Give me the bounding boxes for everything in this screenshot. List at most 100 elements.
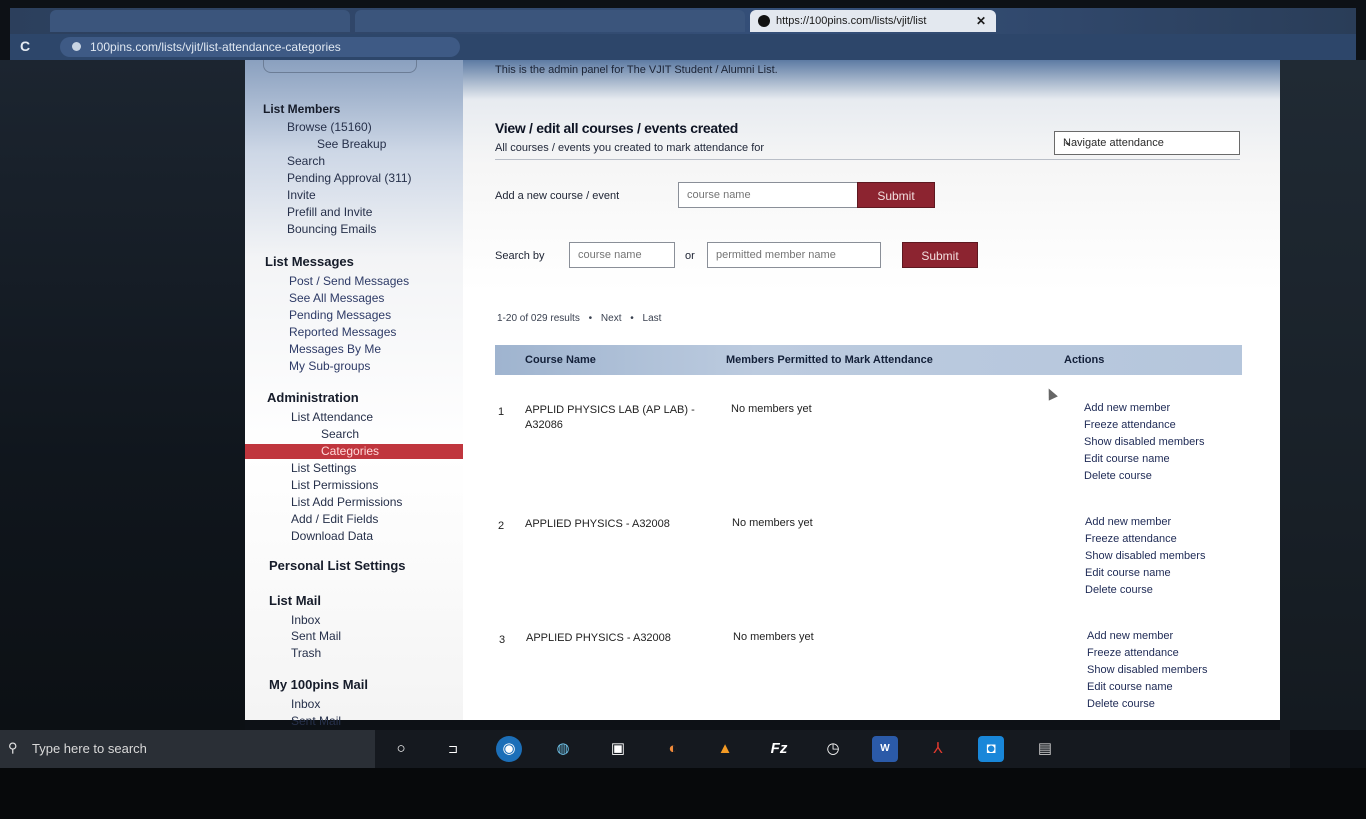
lock-icon [72, 42, 81, 51]
reload-icon[interactable]: C [20, 38, 30, 54]
pager-separator: • [588, 313, 593, 324]
vlc-icon[interactable]: ▲ [712, 736, 738, 762]
firefox-icon[interactable]: ◐ [660, 736, 686, 762]
tab-title: https://100pins.com/lists/vjit/list [776, 15, 927, 27]
row-number: 2 [498, 520, 505, 532]
favicon-icon [758, 15, 770, 27]
sidebar-item-see-all-messages[interactable]: See All Messages [289, 291, 384, 305]
sidebar-item-list-permissions[interactable]: List Permissions [291, 478, 378, 492]
sidebar-item-download-data[interactable]: Download Data [291, 529, 373, 543]
freeze-attendance-link[interactable]: Freeze attendance [1085, 531, 1205, 548]
photo-surround-left [0, 60, 245, 730]
search-by-label: Search by [495, 250, 545, 262]
globe-icon[interactable]: ◍ [550, 736, 576, 762]
sidebar-item-100pins-inbox[interactable]: Inbox [291, 697, 320, 711]
search-submit-button[interactable]: Submit [902, 242, 978, 268]
add-member-link[interactable]: Add new member [1084, 400, 1204, 417]
freeze-attendance-link[interactable]: Freeze attendance [1084, 417, 1204, 434]
sidebar-item-browse[interactable]: Browse (15160) [287, 120, 372, 134]
clock-icon[interactable]: ◷ [820, 736, 846, 762]
next-link[interactable]: Next [601, 313, 622, 324]
add-member-link[interactable]: Add new member [1085, 514, 1205, 531]
show-disabled-link[interactable]: Show disabled members [1087, 662, 1207, 679]
or-label: or [685, 250, 695, 262]
edit-course-link[interactable]: Edit course name [1087, 679, 1207, 696]
url-text: 100pins.com/lists/vjit/list-attendance-c… [90, 40, 341, 54]
sidebar-section-title: List Mail [269, 593, 322, 608]
photo-surround-right [1280, 60, 1366, 730]
show-disabled-link[interactable]: Show disabled members [1084, 434, 1204, 451]
cortana-icon[interactable]: ○ [388, 736, 414, 762]
windows-taskbar: ⚲ Type here to search ○ ⊐ ◉ ◍ ▣ ◐ ▲ Fz ◷… [0, 730, 1290, 768]
photo-surround-bottom [0, 768, 1366, 819]
sidebar-item-sent-mail[interactable]: Sent Mail [291, 629, 341, 643]
sidebar-item-100pins-sent[interactable]: Sent Mail [291, 714, 341, 728]
taskbar-search[interactable]: ⚲ Type here to search [0, 730, 375, 768]
row-actions: Add new member Freeze attendance Show di… [1085, 514, 1205, 599]
sidebar-item-reported-messages[interactable]: Reported Messages [289, 325, 396, 339]
row-number: 1 [498, 406, 505, 418]
sidebar-item-prefill-invite[interactable]: Prefill and Invite [287, 205, 372, 219]
freeze-attendance-link[interactable]: Freeze attendance [1087, 645, 1207, 662]
delete-course-link[interactable]: Delete course [1085, 582, 1205, 599]
pdf-icon[interactable]: ⅄ [925, 736, 951, 762]
camera-icon[interactable]: ◘ [978, 736, 1004, 762]
sidebar-item-search[interactable]: Search [287, 154, 325, 168]
add-member-link[interactable]: Add new member [1087, 628, 1207, 645]
sidebar-item-invite[interactable]: Invite [287, 188, 316, 202]
sidebar-section-title: List Members [263, 102, 341, 116]
sidebar-item-categories-active[interactable]: Categories [245, 444, 465, 459]
delete-course-link[interactable]: Delete course [1084, 468, 1204, 485]
last-link[interactable]: Last [643, 313, 662, 324]
edit-course-link[interactable]: Edit course name [1084, 451, 1204, 468]
search-course-input[interactable] [569, 242, 675, 268]
url-field[interactable]: 100pins.com/lists/vjit/list-attendance-c… [60, 37, 460, 57]
sidebar-item-post-messages[interactable]: Post / Send Messages [289, 274, 409, 288]
search-icon: ⚲ [8, 740, 18, 755]
chrome-icon[interactable]: ◉ [496, 736, 522, 762]
sidebar-item-attendance-search[interactable]: Search [321, 427, 359, 441]
table-header: Course Name Members Permitted to Mark At… [495, 345, 1242, 375]
sidebar-item-list-add-permissions[interactable]: List Add Permissions [291, 495, 402, 509]
close-tab-icon[interactable]: ✕ [976, 10, 986, 32]
browser-tab-active[interactable]: https://100pins.com/lists/vjit/list ✕ [750, 10, 996, 32]
sidebar-item-pending-approval[interactable]: Pending Approval (311) [287, 171, 412, 185]
browser-tabbar: https://100pins.com/lists/vjit/list ✕ [10, 8, 1356, 34]
delete-course-link[interactable]: Delete course [1087, 696, 1207, 713]
task-view-icon[interactable]: ⊐ [440, 736, 466, 762]
search-member-input[interactable] [707, 242, 881, 268]
admin-notice: This is the admin panel for The VJIT Stu… [495, 64, 778, 76]
members-value: No members yet [731, 403, 812, 415]
browser-tab[interactable] [50, 10, 350, 32]
sidebar-item-list-attendance[interactable]: List Attendance [291, 410, 373, 424]
row-actions: Add new member Freeze attendance Show di… [1087, 628, 1207, 713]
sidebar-item-trash[interactable]: Trash [291, 646, 321, 660]
app-icon[interactable]: ▤ [1032, 736, 1058, 762]
sidebar-item-inbox[interactable]: Inbox [291, 613, 320, 627]
mouse-cursor-icon [1044, 386, 1058, 401]
browser-tab[interactable] [355, 10, 745, 32]
sidebar-top-button[interactable] [263, 60, 417, 73]
store-icon[interactable]: ▣ [605, 736, 631, 762]
sidebar-section-title[interactable]: Personal List Settings [269, 558, 406, 573]
navigate-attendance-select[interactable]: Navigate attendance ⌄ [1054, 131, 1240, 155]
members-value: No members yet [732, 517, 813, 529]
sidebar-item-messages-by-me[interactable]: Messages By Me [289, 342, 381, 356]
course-name-input[interactable] [678, 182, 858, 208]
members-value: No members yet [733, 631, 814, 643]
word-icon[interactable]: W [872, 736, 898, 762]
edit-course-link[interactable]: Edit course name [1085, 565, 1205, 582]
column-actions: Actions [1064, 354, 1105, 366]
add-course-label: Add a new course / event [495, 190, 620, 202]
filezilla-icon[interactable]: Fz [766, 736, 792, 762]
sidebar-item-sub-groups[interactable]: My Sub-groups [289, 359, 370, 373]
sidebar-item-bouncing-emails[interactable]: Bouncing Emails [287, 222, 376, 236]
sidebar-item-list-settings[interactable]: List Settings [291, 461, 356, 475]
add-submit-button[interactable]: Submit [857, 182, 935, 208]
divider [495, 159, 1240, 160]
sidebar-item-see-breakup[interactable]: See Breakup [317, 137, 386, 151]
sidebar-item-pending-messages[interactable]: Pending Messages [289, 308, 391, 322]
show-disabled-link[interactable]: Show disabled members [1085, 548, 1205, 565]
course-name: APPLIED PHYSICS - A32008 [525, 518, 670, 530]
sidebar-item-add-edit-fields[interactable]: Add / Edit Fields [291, 512, 378, 526]
